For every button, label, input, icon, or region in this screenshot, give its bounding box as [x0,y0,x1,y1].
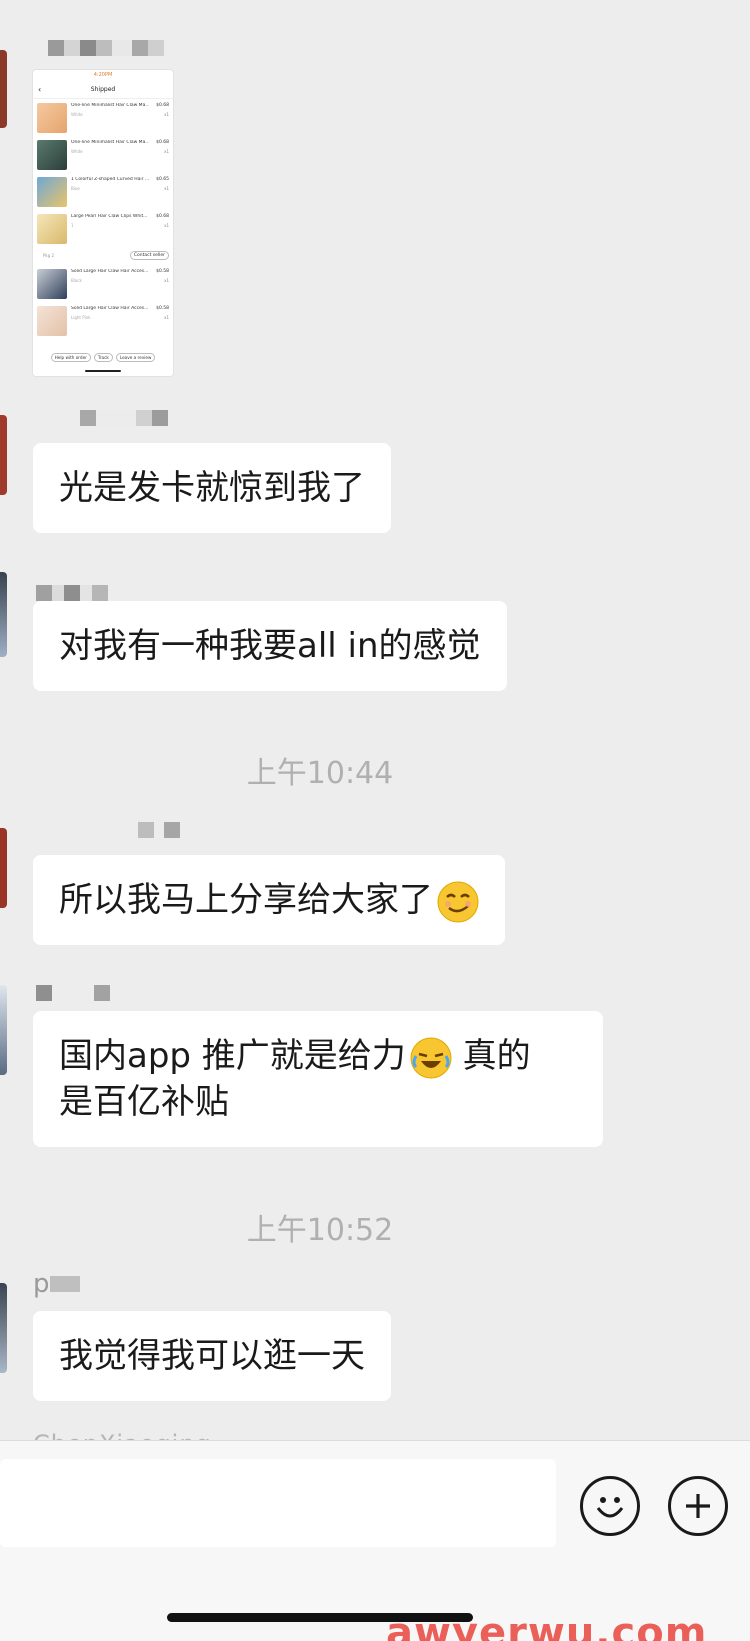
avatar[interactable] [0,50,7,128]
order-item: Large Pearl Hair Claw Clips Whit... $0.6… [33,210,173,247]
product-thumbnail [37,214,67,244]
product-price: $0.65 [156,177,169,182]
product-variant: 1 [71,223,74,228]
message-bubble[interactable]: 国内app 推广就是给力 真的 是百亿补贴 [33,1011,603,1147]
product-price: $0.68 [156,214,169,219]
product-thumbnail [37,140,67,170]
product-qty: x1 [164,278,169,283]
product-qty: x1 [164,223,169,228]
avatar[interactable] [0,1283,7,1373]
avatar[interactable] [0,985,7,1075]
message-bubble[interactable]: 对我有一种我要all in的感觉 [33,601,507,691]
order-actions: Help with order Track Leave a review [33,353,173,362]
message-input[interactable] [0,1459,556,1547]
avatar[interactable] [0,828,7,908]
product-name: 1 Colorful Z-shaped Curved Hair ... [71,177,149,182]
order-item: One-line Minimalist Hair Claw Ma... $0.6… [33,99,173,136]
plus-circle-icon [686,1494,710,1518]
message-text-line2: 是百亿补贴 [59,1082,229,1122]
message-text: 所以我马上分享给大家了 [59,880,433,920]
product-thumbnail [37,103,67,133]
timestamp: 上午10:44 [246,756,394,791]
product-price: $0.58 [156,306,169,311]
sender-name: p [33,1269,80,1299]
message-text: 光是发卡就惊到我了 [59,468,365,508]
order-item: One-line Minimalist Hair Claw Ma... $0.6… [33,136,173,173]
product-name: One-line Minimalist Hair Claw Ma... [71,140,149,145]
laughing-crying-emoji-icon [410,1037,452,1078]
help-with-order-button[interactable]: Help with order [50,353,91,362]
product-name: One-line Minimalist Hair Claw Ma... [71,103,149,108]
order-item: 1 Colorful Z-shaped Curved Hair ... $0.6… [33,173,173,210]
product-name: Solid Large Hair Claw Hair Acces... [71,306,149,311]
product-thumbnail [37,269,67,299]
plus-button[interactable] [668,1476,728,1536]
track-button[interactable]: Track [93,353,113,362]
message-text: 我觉得我可以逛一天 [59,1336,365,1376]
order-item: Solid Large Hair Claw Hair Acces... $0.5… [33,302,173,339]
message-text: 国内app 推广就是给力 [59,1036,406,1076]
product-thumbnail [37,177,67,207]
package-divider: Pkg 2 Contact seller [33,247,173,265]
back-chevron-icon: ‹ [38,85,42,94]
sender-name-mosaic [80,410,168,428]
product-variant: White [71,149,83,154]
product-thumbnail [37,306,67,336]
contact-seller-button[interactable]: Contact seller [129,251,169,260]
order-item: Solid Large Hair Claw Hair Acces... $0.5… [33,265,173,302]
avatar[interactable] [0,572,7,657]
product-name: Solid Large Hair Claw Hair Acces... [71,269,149,274]
product-qty: x1 [164,315,169,320]
sender-name-mosaic [36,985,110,1003]
avatar[interactable] [0,415,7,495]
sender-name-cut: ChenXiaoqing [33,1430,212,1440]
message-text: 对我有一种我要all in的感觉 [59,626,481,666]
message-bubble[interactable]: 所以我马上分享给大家了 [33,855,505,945]
message-bubble[interactable]: 光是发卡就惊到我了 [33,443,391,533]
message-bubble[interactable]: 我觉得我可以逛一天 [33,1311,391,1401]
shared-order-screenshot[interactable]: 4:20PM ‹ Shipped One-line Minimalist Hai… [33,70,173,376]
product-price: $0.68 [156,140,169,145]
timestamp: 上午10:52 [246,1213,394,1248]
product-variant: Black [71,278,82,283]
product-variant: Blue [71,186,80,191]
order-page-title: ‹ Shipped [33,81,173,99]
status-bar-time: 4:20PM [93,72,113,78]
order-title: Shipped [90,86,116,93]
home-indicator [85,370,121,372]
watermark: awyerwu.com [386,1610,708,1641]
product-qty: x1 [164,186,169,191]
sender-name-mosaic [138,822,180,840]
emoji-button[interactable] [580,1476,640,1536]
smirk-emoji-icon [437,881,479,922]
smiley-face-icon [596,1497,624,1518]
product-price: $0.58 [156,269,169,274]
product-variant: White [71,112,83,117]
product-qty: x1 [164,112,169,117]
product-variant: Light Pink [71,315,91,320]
leave-review-button[interactable]: Leave a review [115,353,156,362]
chat-area[interactable]: 4:20PM ‹ Shipped One-line Minimalist Hai… [0,0,750,1440]
package-label: Pkg 2 [43,253,55,258]
product-name: Large Pearl Hair Claw Clips Whit... [71,214,148,219]
sender-name-text: p [33,1269,50,1299]
product-qty: x1 [164,149,169,154]
product-price: $0.68 [156,103,169,108]
sender-name-mosaic [48,40,164,58]
message-text-cont: 真的 [451,1036,531,1076]
